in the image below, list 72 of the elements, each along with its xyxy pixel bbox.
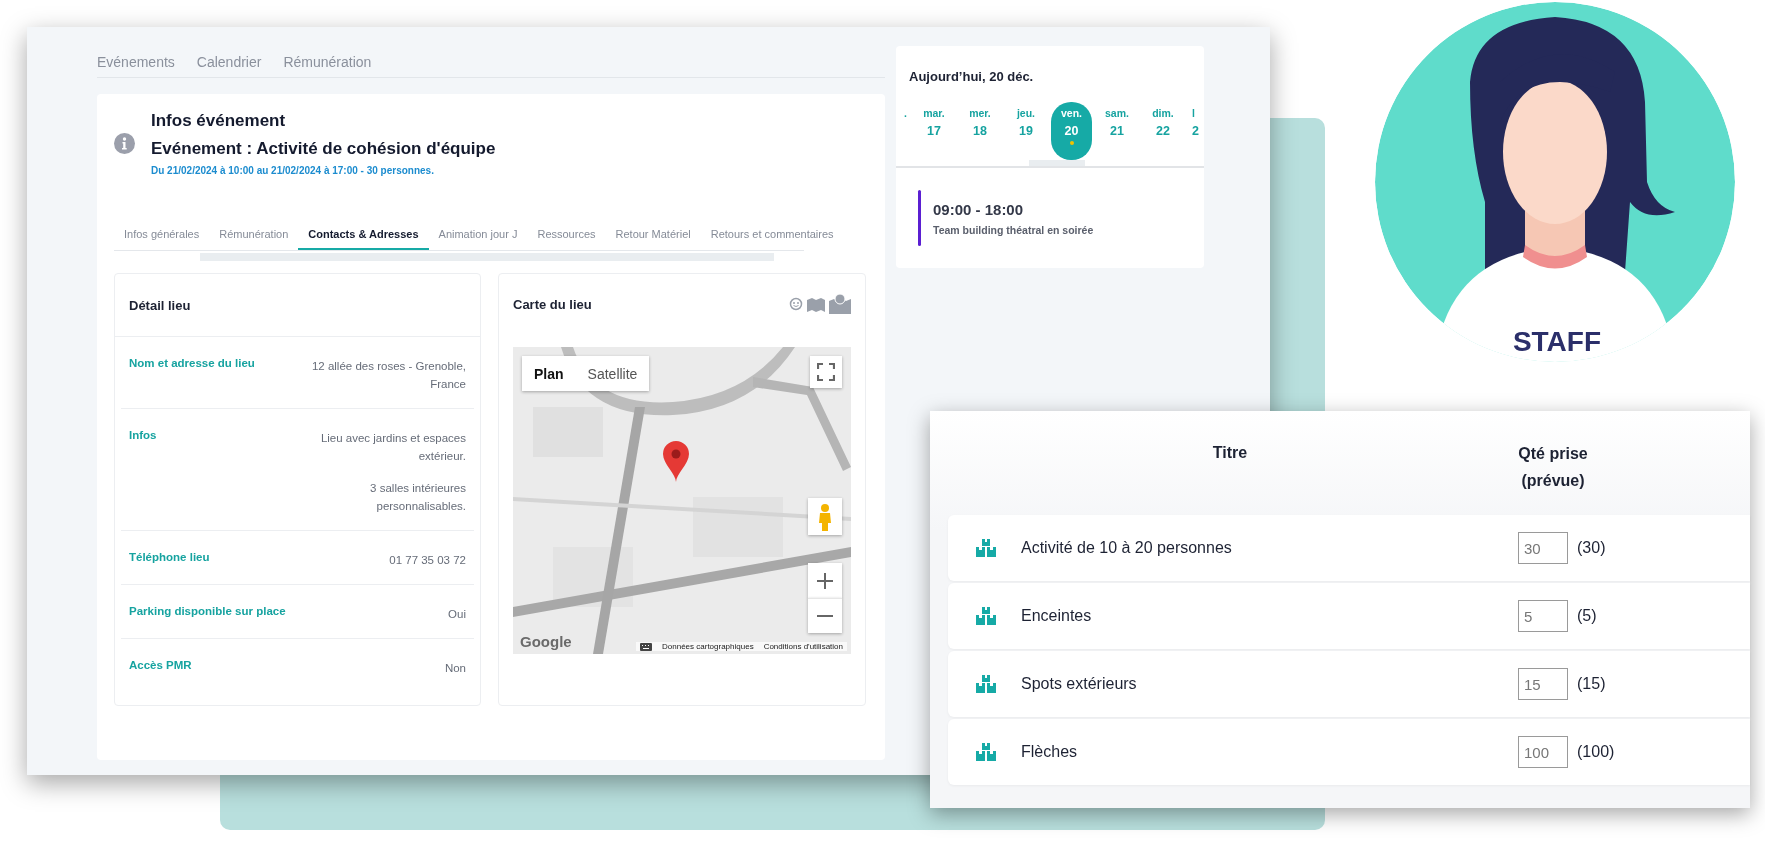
- plus-icon[interactable]: [816, 571, 834, 590]
- calendar-day[interactable]: dim. 22: [1140, 102, 1186, 160]
- resource-title: Spots extérieurs: [1021, 675, 1138, 693]
- resource-title: Enceintes: [1021, 607, 1093, 625]
- section-heading: Infos événement: [151, 111, 287, 131]
- quantity-field[interactable]: 100: [1518, 736, 1568, 768]
- field-value: Oui: [447, 607, 466, 622]
- fullscreen-button[interactable]: [810, 356, 842, 388]
- profile-label: STAFF: [1511, 326, 1603, 358]
- zoom-out-button[interactable]: [808, 598, 842, 633]
- quantity-field[interactable]: 15: [1518, 668, 1568, 700]
- quantity-field[interactable]: 30: [1518, 532, 1568, 564]
- tab[interactable]: Ressources: [527, 228, 606, 250]
- tab[interactable]: Infos générales: [114, 228, 210, 250]
- planned-quantity: (15): [1577, 675, 1606, 693]
- planned-quantity: (5): [1577, 607, 1597, 625]
- tab[interactable]: Animation jour J: [428, 228, 528, 250]
- nav-link[interactable]: Evénements: [97, 54, 175, 70]
- event-name: Team building théatral en soirée: [933, 224, 1094, 236]
- resource-title: Activité de 10 à 20 personnes: [1021, 539, 1233, 557]
- panel-title: Détail lieu: [129, 297, 191, 313]
- nav-link[interactable]: Calendrier: [196, 54, 262, 70]
- tab[interactable]: Retour Matériel: [605, 228, 701, 250]
- quantity-field[interactable]: 5: [1518, 600, 1568, 632]
- keyboard-icon[interactable]: [640, 642, 652, 651]
- calendar-day[interactable]: sam. 21: [1094, 102, 1140, 160]
- field-value: 12 allée des roses - Grenoble, France: [310, 359, 466, 392]
- map-pin-icon[interactable]: [829, 294, 851, 314]
- event-dates: Du 21/02/2024 à 10:00 au 21/02/2024 à 17:00 - 30 personnes.: [151, 165, 435, 176]
- field-label: Parking disponible sur place: [129, 605, 286, 619]
- field-label: Infos: [129, 429, 157, 443]
- boxes-icon: [976, 743, 996, 761]
- info-icon: [114, 132, 135, 154]
- planned-quantity: (100): [1577, 743, 1615, 761]
- panel-title: Carte du lieu: [513, 296, 592, 312]
- map-attribution-link[interactable]: Conditions d'utilisation: [763, 642, 843, 651]
- calendar-day[interactable]: l 2: [1186, 102, 1204, 160]
- calendar-day[interactable]: mar. 17: [911, 102, 957, 160]
- scrollbar[interactable]: [1029, 160, 1085, 166]
- boxes-icon: [976, 675, 996, 693]
- calendar-day[interactable]: jeu. 19: [1003, 102, 1049, 160]
- fullscreen-icon[interactable]: [817, 363, 835, 381]
- boxes-icon: [976, 607, 996, 625]
- map-logo: Google: [520, 633, 572, 650]
- map-type-tab[interactable]: Satellite: [575, 356, 650, 391]
- calendar-title: Aujourd’hui, 20 déc.: [908, 68, 1035, 84]
- field-label: Accès PMR: [129, 659, 192, 673]
- face-icon[interactable]: [789, 297, 803, 311]
- tab[interactable]: Rémunération: [209, 228, 299, 250]
- calendar-day[interactable]: mer. 18: [957, 102, 1003, 160]
- field-value: Lieu avec jardins et espaces extérieur.: [319, 431, 466, 464]
- resource-title: Flèches: [1021, 743, 1079, 761]
- field-label: Nom et adresse du lieu: [129, 357, 255, 371]
- field-value: Non: [443, 661, 466, 676]
- planned-quantity: (30): [1577, 539, 1606, 557]
- event-title: Evénement : Activité de cohésion d'équipe: [151, 139, 497, 159]
- calendar-day[interactable]: .: [896, 102, 911, 160]
- nav-link[interactable]: Rémunération: [283, 54, 372, 70]
- boxes-icon: [976, 539, 996, 557]
- map-type-tab[interactable]: Plan: [522, 356, 576, 391]
- field-label: Téléphone lieu: [129, 551, 210, 565]
- column-header: Qté prise (prévue): [1517, 444, 1589, 491]
- event-dot: [1069, 141, 1074, 145]
- calendar-day[interactable]: ven. 20: [1051, 102, 1092, 160]
- field-value: 01 77 35 03 72: [388, 553, 466, 568]
- tab[interactable]: Retours et commentaires: [700, 228, 844, 250]
- map-icon[interactable]: [807, 296, 825, 312]
- field-value: 3 salles intérieures personnalisables.: [369, 481, 466, 514]
- event-time: 09:00 - 18:00: [933, 201, 1025, 218]
- map-attribution-link[interactable]: Données cartographiques: [662, 642, 754, 651]
- tab[interactable]: Contacts & Adresses: [298, 228, 429, 250]
- zoom-in-button[interactable]: [808, 563, 842, 598]
